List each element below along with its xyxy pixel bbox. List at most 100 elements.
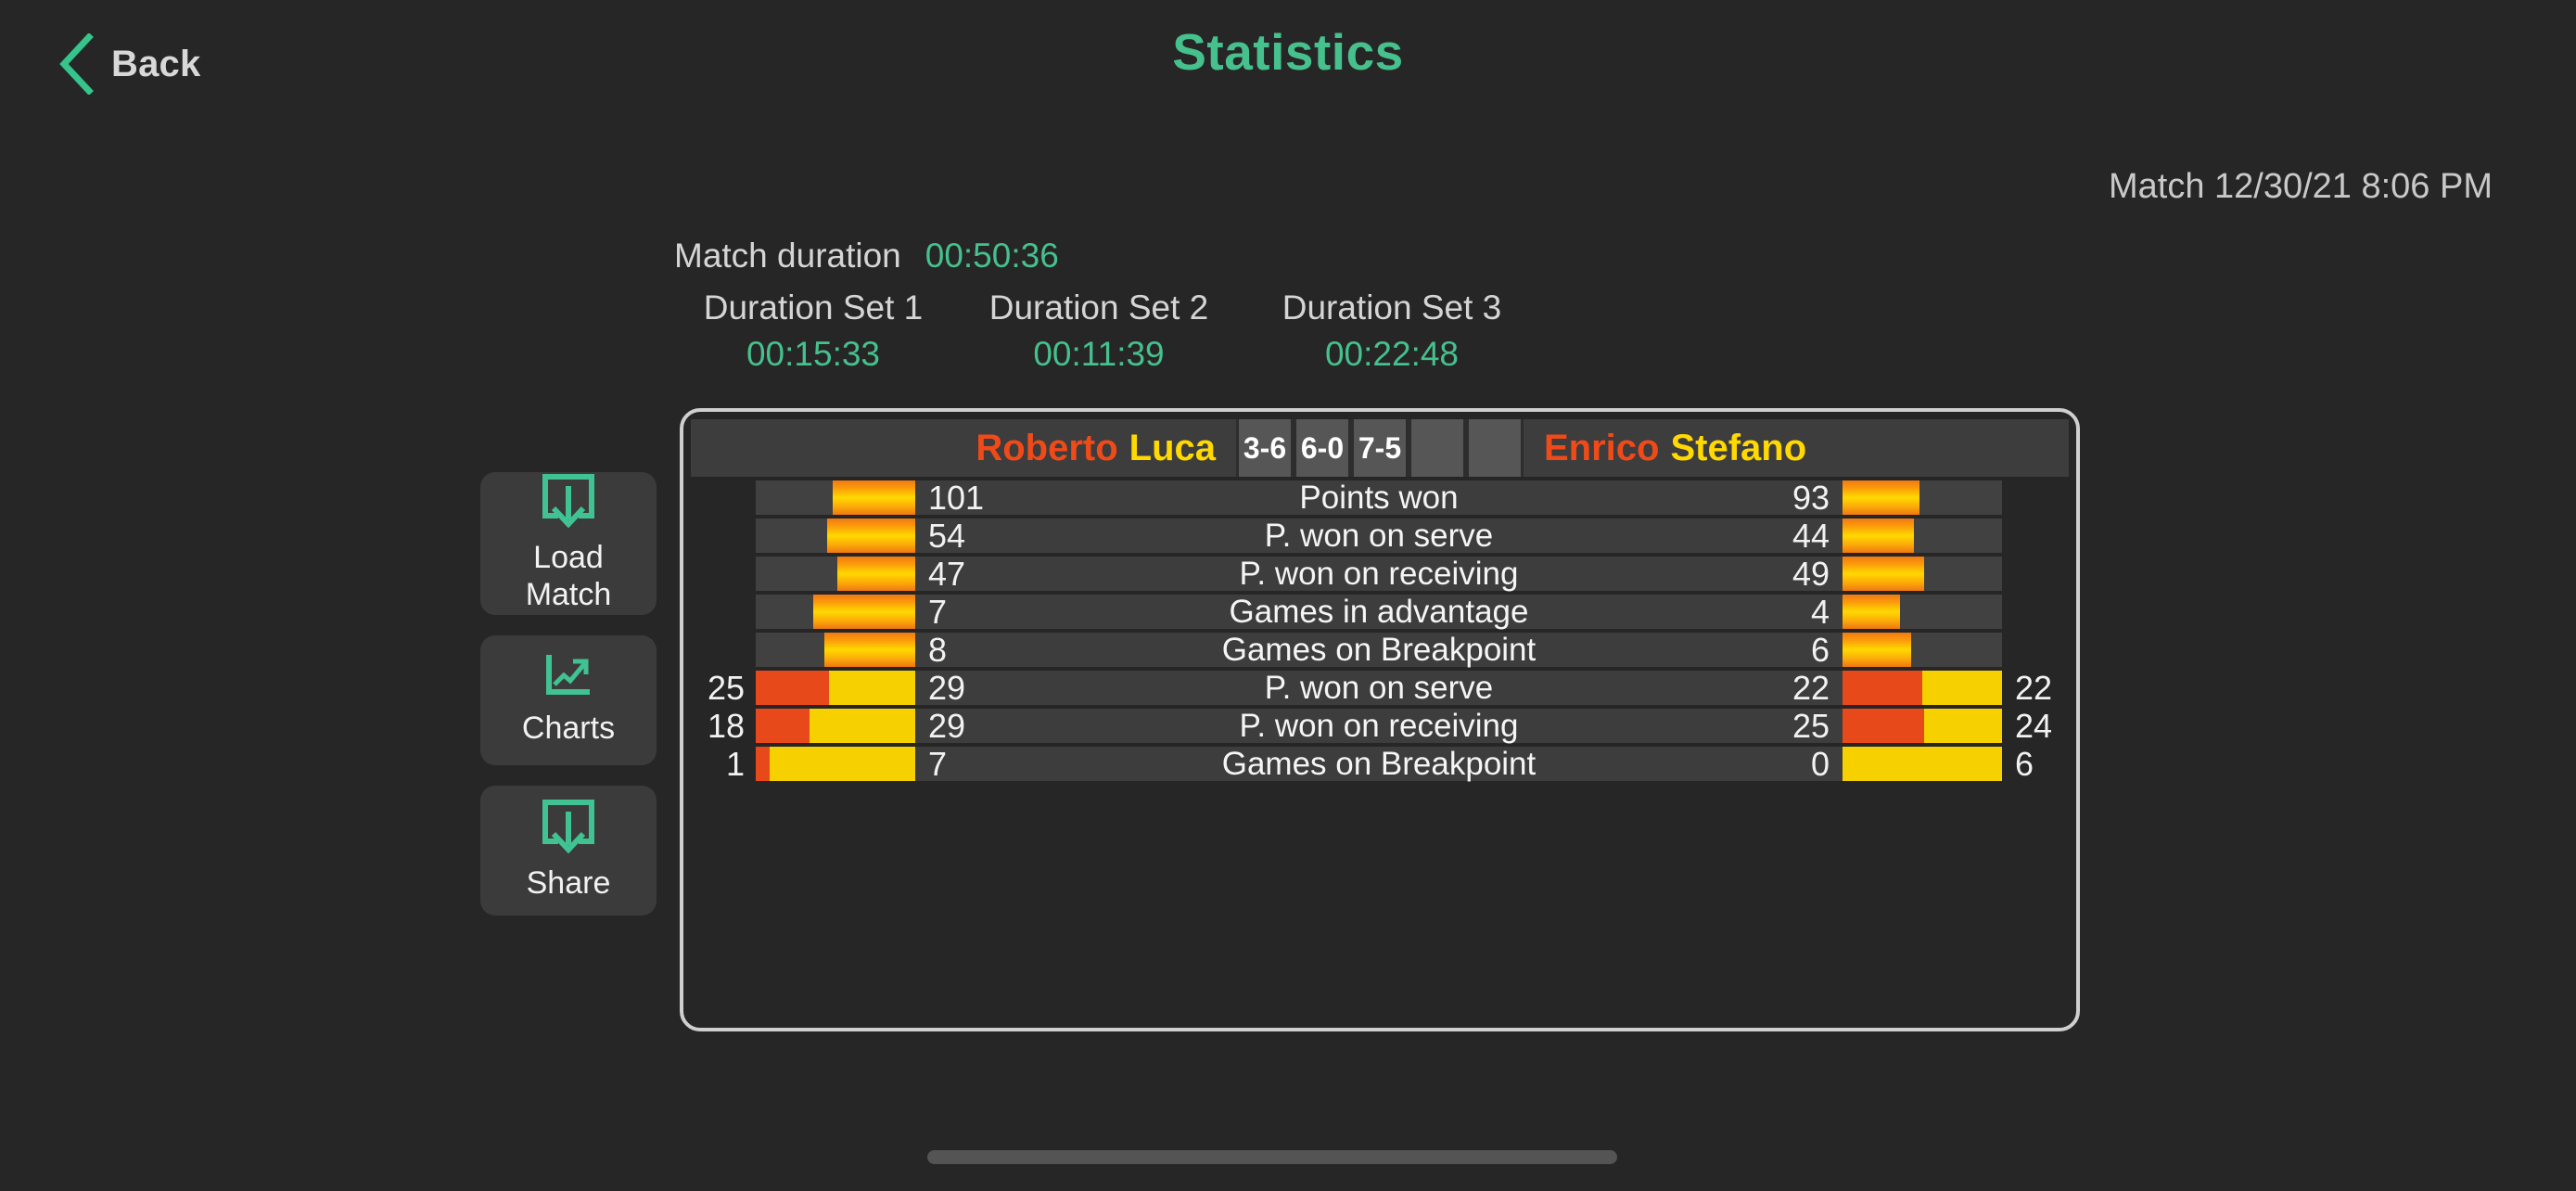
stat-row-center: 29 P. won on serve 22 [915, 668, 1843, 707]
stat-bar-right-fill [1843, 633, 1911, 667]
stat-row-right-value: 44 [1792, 516, 1830, 555]
stat-bar-left [756, 633, 915, 667]
stat-row-left-value: 101 [928, 478, 985, 517]
player-right-last: Stefano [1670, 427, 1807, 468]
stat-bar-right-fill [1843, 519, 1915, 553]
load-match-label-line1: Load [533, 539, 604, 575]
set-duration-2-value: 00:11:39 [1033, 335, 1165, 373]
share-button[interactable]: Share [480, 786, 657, 916]
stat-row: 1 7 Games on Breakpoint 0 6 [691, 744, 2069, 783]
stat-row-right-value: 49 [1792, 554, 1830, 593]
set-score-3[interactable]: 7-5 [1351, 419, 1409, 477]
share-label: Share [526, 864, 611, 901]
set-score-1[interactable]: 3-6 [1236, 419, 1294, 477]
duration-block: Match duration 00:50:36 Duration Set 1 0… [674, 237, 1538, 374]
stat-row-right-value: 93 [1792, 478, 1830, 517]
download-box-icon [540, 471, 597, 533]
stat-bar-right [1843, 671, 2002, 705]
stat-bar-right [1843, 633, 2002, 667]
stat-row-left-value: 7 [928, 592, 948, 631]
stat-row-outer-left-value: 18 [707, 706, 745, 745]
match-timestamp: Match 12/30/21 8:06 PM [2108, 167, 2493, 206]
set-score-2[interactable]: 6-0 [1294, 419, 1351, 477]
player-left-name: Roberto Luca [691, 419, 1236, 477]
charts-label: Charts [521, 710, 616, 746]
stat-row-center: 47 P. won on receiving 49 [915, 554, 1843, 593]
stat-row-label: Games on Breakpoint [1221, 745, 1537, 782]
match-duration-value: 00:50:36 [925, 237, 1059, 275]
stat-bar-left-segment-orange [756, 709, 810, 743]
stat-bar-left-segment-orange [756, 671, 830, 705]
player-right-first: Enrico [1544, 427, 1660, 468]
stat-bar-left-fill [823, 633, 915, 667]
stat-row-outer-left-value: 25 [707, 668, 745, 707]
stat-row-left-value: 54 [928, 516, 966, 555]
set-durations: Duration Set 1 00:15:33 Duration Set 2 0… [674, 288, 1538, 374]
stat-row: 8 Games on Breakpoint 6 [691, 630, 2069, 669]
stat-row: 54 P. won on serve 44 [691, 516, 2069, 555]
set-duration-2-label: Duration Set 2 [988, 288, 1209, 327]
set-score-4[interactable] [1409, 419, 1466, 477]
charts-button[interactable]: Charts [480, 635, 657, 765]
stat-row-right-value: 25 [1792, 706, 1830, 745]
set-duration-1-value: 00:15:33 [746, 335, 881, 373]
stat-bar-left [756, 709, 915, 743]
stat-row: 18 29 P. won on receiving 25 24 [691, 706, 2069, 745]
stat-row-left-value: 29 [928, 668, 966, 707]
stat-row-center: 29 P. won on receiving 25 [915, 706, 1843, 745]
set-duration-1: Duration Set 1 00:15:33 [674, 288, 952, 374]
scoreboard-header: Roberto Luca 3-6 6-0 7-5 Enrico Stefano [691, 419, 2069, 477]
stat-row-label: Games in advantage [1229, 593, 1529, 630]
stat-bar-right-segment-orange [1843, 709, 1924, 743]
stat-bar-right-fill [1843, 557, 1924, 591]
stat-bar-right [1843, 519, 2002, 553]
stat-row-label: P. won on serve [1264, 669, 1494, 706]
stat-row-left-value: 7 [928, 744, 948, 783]
stat-bar-left-segment-yellow [770, 747, 915, 781]
stat-row: 25 29 P. won on serve 22 22 [691, 668, 2069, 707]
action-rail: Load Match Charts Share [480, 472, 657, 916]
stat-row: 7 Games in advantage 4 [691, 592, 2069, 631]
stat-row-center: 8 Games on Breakpoint 6 [915, 630, 1843, 669]
load-match-button[interactable]: Load Match [480, 472, 657, 615]
stat-row-label: Points won [1299, 479, 1459, 516]
stat-bar-left [756, 747, 915, 781]
stat-rows: 101 Points won 93 54 P. won on serve 44 47 P. w… [691, 478, 2069, 783]
stat-row-right-value: 4 [1810, 592, 1830, 631]
stat-bar-left-fill [836, 557, 915, 591]
line-chart-icon [542, 651, 595, 704]
set-duration-2: Duration Set 2 00:11:39 [952, 288, 1245, 374]
load-match-label-line2: Match [525, 576, 612, 612]
stat-row-center: 7 Games in advantage 4 [915, 592, 1843, 631]
stat-row: 101 Points won 93 [691, 478, 2069, 517]
stat-row-right-value: 0 [1810, 744, 1830, 783]
stat-row-center: 7 Games on Breakpoint 0 [915, 744, 1843, 783]
stat-row-left-value: 8 [928, 630, 948, 669]
stat-row-label: P. won on receiving [1239, 707, 1519, 744]
stat-row-left-value: 47 [928, 554, 966, 593]
set-duration-3: Duration Set 3 00:22:48 [1245, 288, 1538, 374]
stat-bar-left-fill [827, 519, 915, 553]
stat-bar-right-fill [1843, 480, 1919, 515]
home-indicator [927, 1150, 1617, 1164]
stat-row-outer-right-value: 6 [2015, 744, 2034, 783]
stat-bar-left [756, 519, 915, 553]
set-score-5[interactable] [1466, 419, 1524, 477]
stat-row-left-value: 29 [928, 706, 966, 745]
stat-row-outer-right-value: 22 [2015, 668, 2053, 707]
set-duration-1-label: Duration Set 1 [703, 288, 924, 327]
stat-bar-right [1843, 557, 2002, 591]
player-right-name: Enrico Stefano [1524, 419, 2069, 477]
player-left-last: Luca [1129, 427, 1216, 468]
stat-row: 47 P. won on receiving 49 [691, 554, 2069, 593]
download-box-icon [540, 797, 597, 859]
stat-bar-left [756, 557, 915, 591]
stat-bar-left-segment-yellow [810, 709, 915, 743]
stat-bar-left [756, 480, 915, 515]
stat-row-label: P. won on receiving [1239, 555, 1519, 592]
stat-bar-right-segment-yellow [1843, 747, 2002, 781]
page-title: Statistics [1172, 23, 1404, 81]
stat-row-center: 54 P. won on serve 44 [915, 516, 1843, 555]
stat-bar-left-fill [832, 480, 915, 515]
stat-bar-left-fill [812, 595, 915, 629]
